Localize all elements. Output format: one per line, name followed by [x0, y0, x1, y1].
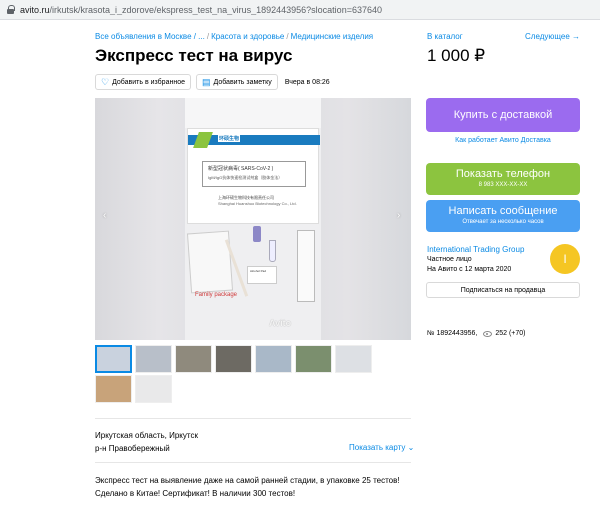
publish-date: Вчера в 08:26 — [284, 78, 330, 86]
catalog-link[interactable]: В каталог — [427, 32, 463, 41]
buy-with-delivery-label: Купить с доставкой — [453, 109, 553, 121]
add-to-favorites-button[interactable]: ♡ Добавить в избранное — [95, 74, 191, 90]
show-phone-button[interactable]: Показать телефон 8 983 XXX-XX-XX — [426, 163, 580, 195]
buy-with-delivery-button[interactable]: Купить с доставкой — [426, 98, 580, 132]
url-text[interactable]: avito.ru/irkutsk/krasota_i_zdorove/ekspr… — [20, 5, 382, 15]
listing-actions: ♡ Добавить в избранное ▤ Добавить заметк… — [95, 74, 330, 90]
lock-icon — [6, 5, 15, 14]
dropper-tube — [269, 240, 276, 262]
add-note-button[interactable]: ▤ Добавить заметку — [195, 74, 278, 90]
seller-since: На Авито с 12 марта 2020 — [427, 266, 512, 273]
thumbnail[interactable] — [95, 375, 132, 403]
breadcrumb: Все объявления в Москве / ... / Красота и … — [95, 32, 374, 41]
thumbnail[interactable] — [135, 345, 172, 373]
write-message-button[interactable]: Написать сообщение Отвечает за несколько… — [426, 200, 580, 232]
divider — [95, 418, 411, 419]
gallery-prev-icon[interactable]: ‹ — [103, 210, 106, 221]
subscribe-seller-button[interactable]: Подписаться на продавца — [426, 282, 580, 298]
chevron-down-icon: ⌄ — [407, 443, 415, 452]
avatar[interactable]: I — [550, 244, 580, 274]
breadcrumb-medical[interactable]: Медицинские изделия — [291, 32, 374, 41]
eye-icon — [483, 330, 493, 337]
box-line-1: 新型冠状病毒( SARS-CoV-2 ) — [208, 166, 274, 172]
avito-watermark: Avito — [269, 318, 292, 328]
view-count: 252 (+70) — [495, 330, 526, 337]
alcohol-pad: Alcohol Pad — [247, 266, 277, 284]
item-id: № 1892443956, — [427, 330, 478, 337]
buffer-vial — [253, 226, 261, 242]
phone-number-masked: 8 983 XXX-XX-XX — [478, 182, 528, 188]
listing-meta: № 1892443956, 252 (+70) — [427, 330, 526, 337]
page-title: Экспресс тест на вирус — [95, 46, 293, 65]
thumbnail[interactable] — [255, 345, 292, 373]
add-to-favorites-label: Добавить в избранное — [112, 78, 185, 86]
show-map-link[interactable]: Показать карту ⌄ — [349, 443, 414, 452]
test-cassette — [297, 230, 315, 302]
price: 1 000 ₽ — [427, 46, 486, 65]
product-photo: 环硕生物 新型冠状病毒( SARS-CoV-2 ) IgM/IgG抗体快速检测试… — [185, 98, 321, 340]
subscribe-seller-label: Подписаться на продавца — [460, 286, 546, 294]
write-message-label: Написать сообщение — [448, 205, 558, 217]
box-line-4: Shanghai Huanshuo Biotechnology Co., Ltd… — [218, 201, 297, 206]
location-region: Иркутская область, Иркутск — [95, 431, 198, 440]
seller-type: Частное лицо — [427, 256, 472, 263]
response-time: Отвечает за несколько часов — [462, 219, 544, 225]
thumbnail[interactable] — [95, 345, 132, 373]
next-link[interactable]: Следующее → — [525, 32, 580, 41]
listing-navigation: В каталог Следующее → — [427, 32, 580, 41]
family-package-label: Family package — [195, 292, 238, 298]
box-line-2: IgM/IgG抗体快速检测试剂盒（胶体金法） — [208, 175, 283, 180]
thumbnail[interactable] — [295, 345, 332, 373]
thumbnail[interactable] — [135, 375, 172, 403]
description: Экспресс тест на выявление даже на самой… — [95, 476, 400, 498]
test-kit-box: 环硕生物 新型冠状病毒( SARS-CoV-2 ) IgM/IgG抗体快速检测试… — [187, 128, 320, 224]
location-district: р-н Правобережный — [95, 444, 170, 453]
gallery-next-icon[interactable]: › — [397, 210, 400, 221]
seller-name-link[interactable]: International Trading Group — [427, 245, 524, 254]
divider — [95, 462, 411, 463]
thumbnail[interactable] — [215, 345, 252, 373]
breadcrumb-beauty-health[interactable]: Красота и здоровье — [211, 32, 284, 41]
add-note-label: Добавить заметку — [213, 78, 272, 86]
breadcrumb-all-ads[interactable]: Все объявления в Москве / ... — [95, 32, 205, 41]
thumbnail-strip — [95, 345, 411, 403]
note-icon: ▤ — [201, 76, 211, 87]
main-photo[interactable]: ‹ › 环硕生物 新型冠状病毒( SARS-CoV-2 ) IgM/IgG抗体快… — [95, 98, 411, 340]
heart-icon: ♡ — [101, 76, 110, 87]
box-brand: 环硕生物 — [218, 135, 241, 142]
delivery-info-link[interactable]: Как работает Авито Доставка — [426, 137, 580, 144]
thumbnail[interactable] — [175, 345, 212, 373]
browser-address-bar[interactable]: avito.ru/irkutsk/krasota_i_zdorove/ekspr… — [0, 0, 600, 20]
show-phone-label: Показать телефон — [455, 168, 551, 180]
thumbnail[interactable] — [335, 345, 372, 373]
